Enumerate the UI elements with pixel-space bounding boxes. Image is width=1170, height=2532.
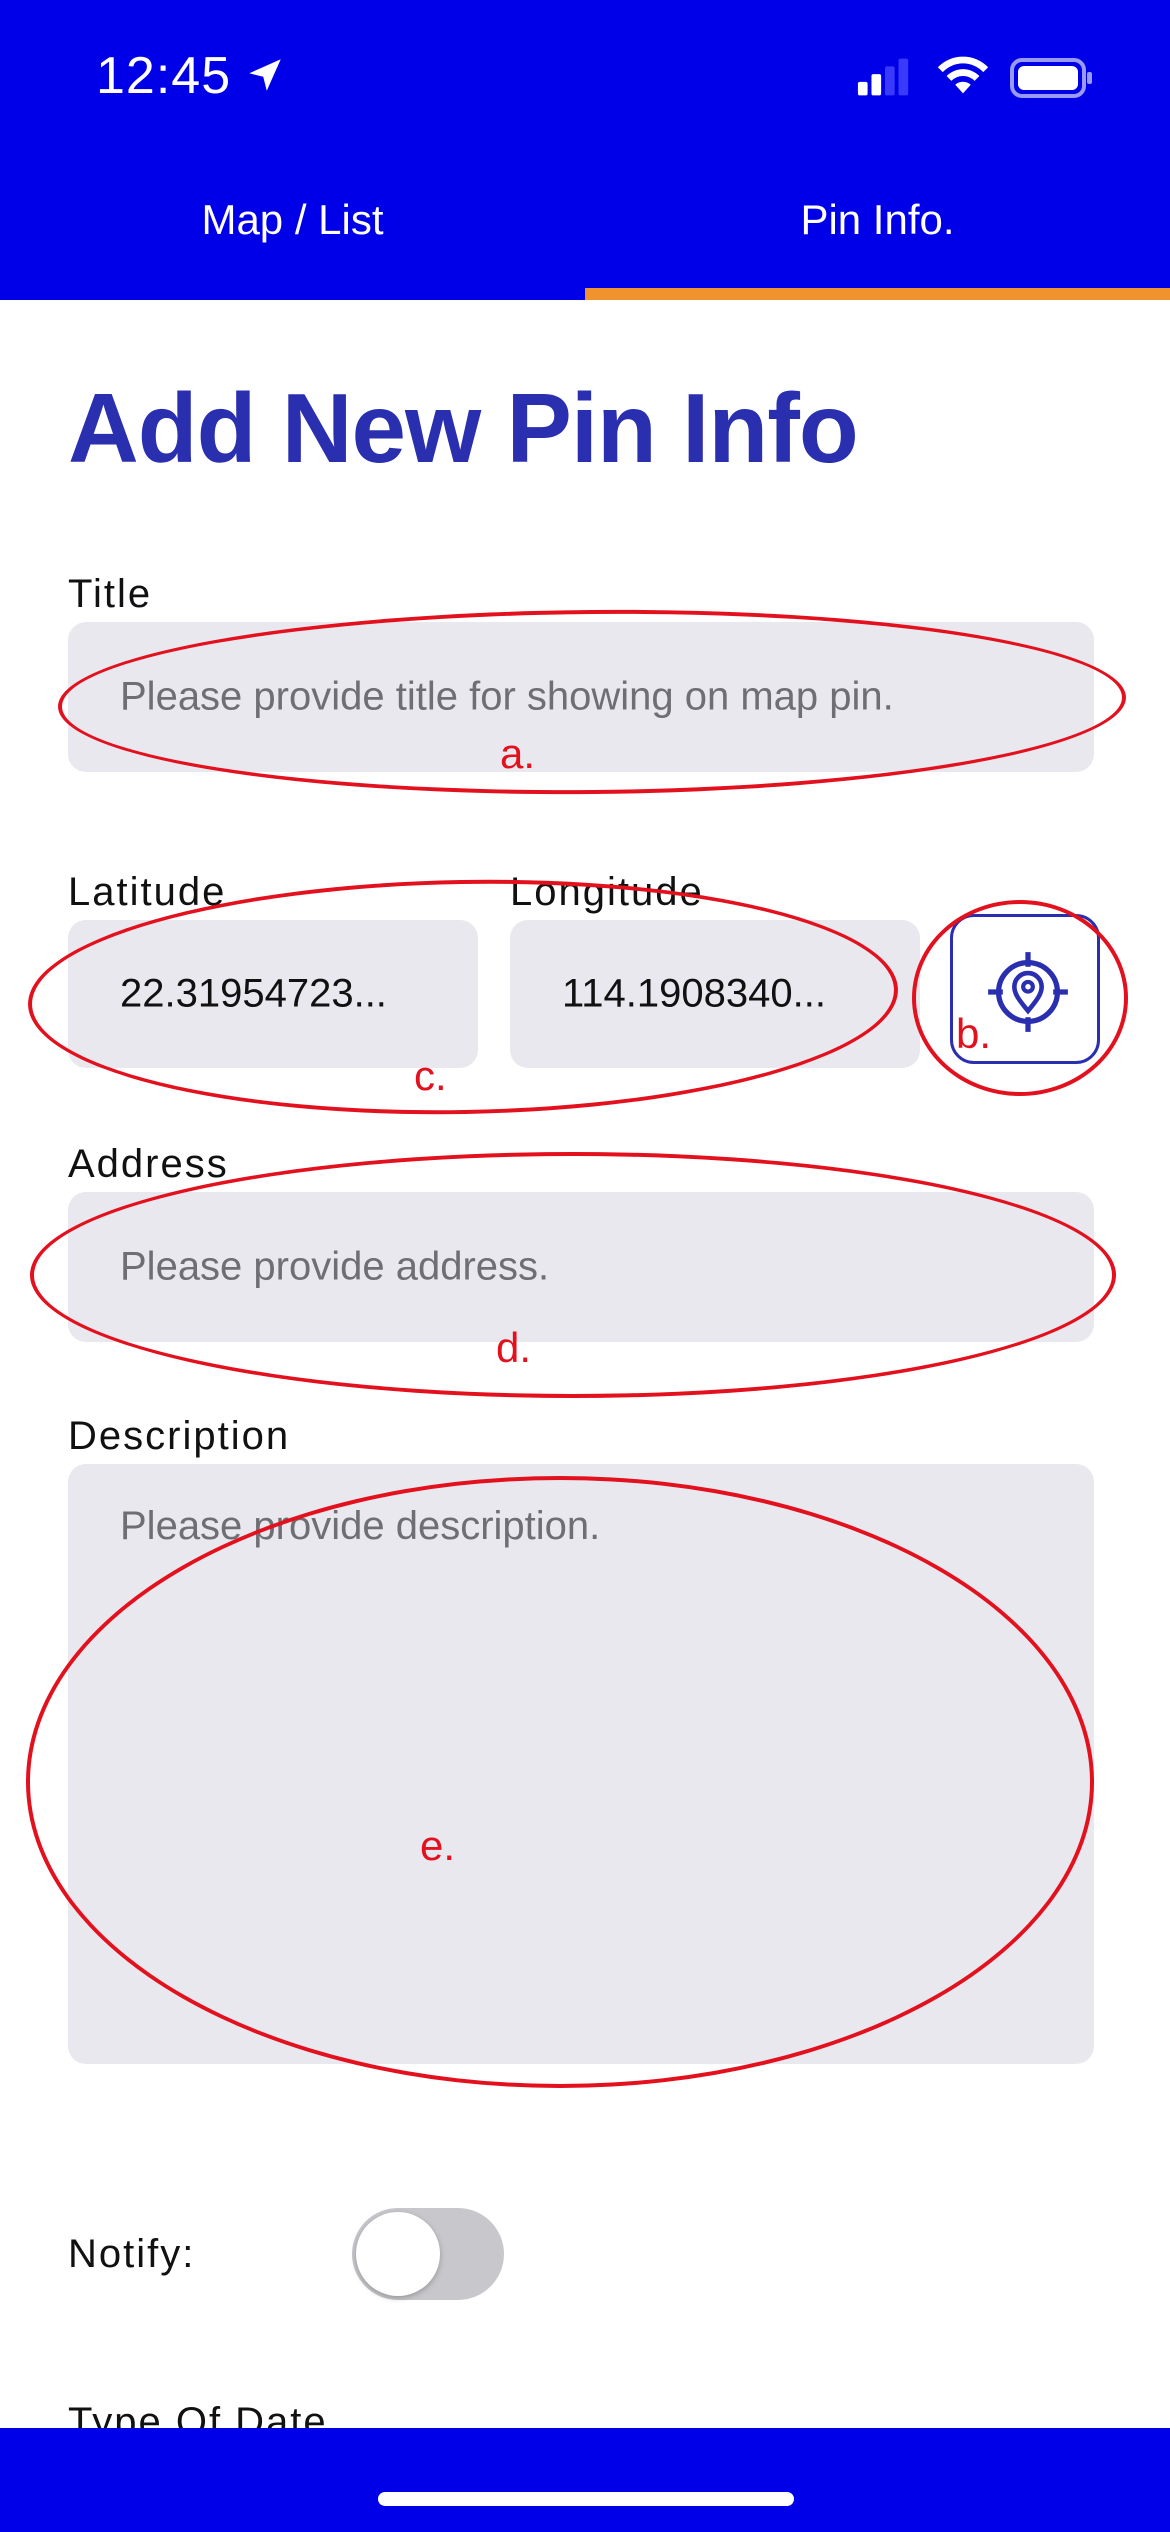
toggle-knob bbox=[356, 2212, 440, 2296]
tab-map-list-label: Map / List bbox=[201, 196, 384, 243]
notify-label: Notify: bbox=[68, 2232, 196, 2276]
status-time: 12:45 bbox=[96, 47, 232, 105]
tab-pin-info[interactable]: Pin Info. bbox=[585, 180, 1170, 260]
address-label: Address bbox=[68, 1142, 229, 1186]
annotation-ellipse-d bbox=[30, 1152, 1116, 1398]
wifi-icon bbox=[937, 56, 989, 94]
description-label: Description bbox=[68, 1414, 291, 1458]
notify-toggle[interactable] bbox=[352, 2208, 504, 2300]
home-indicator[interactable] bbox=[378, 2492, 794, 2506]
bottom-bar bbox=[0, 2428, 1170, 2532]
page-title: Add New Pin Info bbox=[68, 373, 859, 483]
battery-icon bbox=[1010, 58, 1092, 98]
annotation-ellipse-b bbox=[912, 900, 1128, 1096]
annotation-label-c: c. bbox=[414, 1052, 447, 1099]
annotation-label-b: b. bbox=[956, 1010, 992, 1057]
annotation-label-e: e. bbox=[420, 1822, 456, 1869]
tab-pin-info-label: Pin Info. bbox=[800, 196, 955, 243]
tab-map-list[interactable]: Map / List bbox=[0, 180, 585, 260]
title-label: Title bbox=[68, 572, 153, 616]
annotation-label-a: a. bbox=[500, 730, 536, 777]
annotation-label-d: d. bbox=[496, 1324, 532, 1371]
top-header: 12:45 Map / List Pin Info. bbox=[0, 0, 1170, 300]
location-arrow-icon bbox=[249, 59, 281, 91]
annotation-ellipse-e bbox=[26, 1476, 1094, 2088]
cellular-signal-icon bbox=[857, 58, 909, 96]
selected-tab-indicator bbox=[585, 288, 1170, 300]
